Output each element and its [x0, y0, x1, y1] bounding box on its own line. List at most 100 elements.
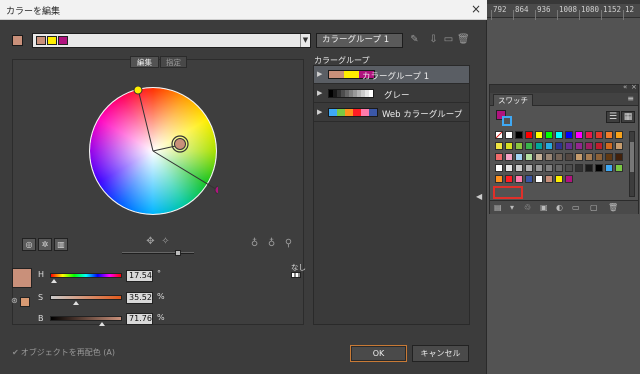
stroke-color-indicator[interactable] [502, 116, 512, 126]
collapse-panel-icon[interactable]: « [623, 83, 627, 91]
expand-arrow-icon[interactable]: ▶ [317, 70, 322, 78]
b-slider[interactable] [50, 316, 122, 321]
color-swatch[interactable] [615, 164, 623, 172]
color-swatch[interactable] [535, 153, 543, 161]
remove-color-tool-icon[interactable]: ♁ [266, 238, 277, 250]
color-swatch[interactable] [555, 131, 563, 139]
color-swatch[interactable] [575, 131, 583, 139]
color-swatch[interactable] [535, 175, 543, 183]
color-mode-menu[interactable] [291, 272, 301, 278]
color-swatch[interactable] [505, 164, 513, 172]
color-swatch[interactable] [575, 164, 583, 172]
color-swatch[interactable] [585, 164, 593, 172]
handle-yellow[interactable] [133, 85, 143, 95]
trash-icon[interactable]: 🗑 [457, 34, 470, 46]
color-group-strip[interactable] [328, 108, 378, 117]
color-swatch[interactable] [515, 175, 523, 183]
color-swatch[interactable] [515, 164, 523, 172]
color-swatch[interactable] [595, 153, 603, 161]
link-harmony-icon[interactable]: ⚲ [283, 238, 294, 250]
color-swatch[interactable] [515, 142, 523, 150]
library-menu-icon[interactable]: ▤ [494, 203, 502, 212]
segmented-wheel-icon[interactable]: ✲ [38, 238, 52, 251]
color-swatch[interactable] [545, 153, 553, 161]
color-swatch[interactable] [515, 131, 523, 139]
color-swatch[interactable] [615, 131, 623, 139]
active-color-swatch[interactable] [12, 35, 23, 46]
close-icon[interactable]: × [471, 2, 481, 16]
color-group-strip[interactable]: ▼ [32, 33, 311, 48]
color-swatch[interactable] [605, 164, 613, 172]
color-swatch[interactable] [565, 131, 573, 139]
h-input[interactable]: 17.54 [126, 270, 153, 282]
swatch-options-icon[interactable]: ♲ [524, 203, 531, 212]
brightness-knob[interactable] [175, 250, 181, 256]
color-swatch[interactable] [505, 131, 513, 139]
color-swatch[interactable] [545, 131, 553, 139]
list-view-icon[interactable]: ☰ [606, 111, 620, 123]
color-swatch[interactable] [545, 142, 553, 150]
color-swatch[interactable] [555, 153, 563, 161]
color-swatch[interactable] [595, 142, 603, 150]
delete-swatch-icon[interactable]: 🗑 [608, 203, 618, 212]
color-swatch[interactable] [615, 153, 623, 161]
tab-assign[interactable]: 指定 [160, 56, 187, 68]
b-slider-thumb[interactable] [98, 322, 105, 326]
collapse-arrow-icon[interactable]: ◀ [476, 192, 482, 201]
recolor-option[interactable]: ✔ オブジェクトを再配色 (A) [12, 347, 115, 358]
checkbox-icon[interactable]: ✔ [12, 348, 19, 357]
color-swatch[interactable] [505, 153, 513, 161]
color-swatch[interactable] [525, 164, 533, 172]
expand-arrow-icon[interactable]: ▶ [317, 108, 322, 116]
color-swatch[interactable] [575, 142, 583, 150]
hue-brightness-icon[interactable]: ✧ [160, 236, 171, 248]
new-color-group-icon[interactable]: ▣ [540, 203, 548, 212]
color-swatch[interactable] [535, 142, 543, 150]
color-swatch[interactable] [515, 153, 523, 161]
color-swatch[interactable] [525, 175, 533, 183]
ok-button[interactable]: OK [350, 345, 407, 362]
color-swatch[interactable] [525, 131, 533, 139]
color-swatch[interactable] [595, 131, 603, 139]
handle-magenta[interactable] [214, 185, 224, 195]
color-swatch[interactable] [545, 164, 553, 172]
save-group-icon[interactable]: ⇩ [428, 34, 439, 46]
tab-edit[interactable]: 編集 [130, 56, 159, 68]
tab-swatches[interactable]: スワッチ [493, 94, 533, 106]
color-swatch[interactable] [615, 142, 623, 150]
color-swatch[interactable] [555, 175, 563, 183]
color-wheel-graphic[interactable] [88, 85, 224, 216]
s-slider[interactable] [50, 295, 122, 300]
strip-chip-base[interactable] [36, 36, 46, 45]
color-swatch[interactable] [565, 142, 573, 150]
color-swatch[interactable] [505, 142, 513, 150]
saturation-brightness-icon[interactable]: ✥ [145, 236, 156, 248]
add-color-tool-icon[interactable]: ♁ [249, 238, 260, 250]
color-swatch[interactable] [565, 164, 573, 172]
strip-chip-yellow[interactable] [47, 36, 57, 45]
color-swatch[interactable] [525, 142, 533, 150]
color-swatch[interactable] [555, 142, 563, 150]
color-wheel[interactable] [88, 85, 224, 216]
color-swatch[interactable] [495, 175, 503, 183]
h-slider-thumb[interactable] [50, 279, 57, 283]
strip-chip-magenta[interactable] [58, 36, 68, 45]
group-name-field[interactable]: カラーグループ 1 [316, 33, 403, 48]
s-slider-thumb[interactable] [72, 301, 79, 305]
color-swatch[interactable] [575, 153, 583, 161]
color-group-strip[interactable] [328, 89, 374, 98]
panel-menu-icon[interactable]: ≡ [627, 94, 634, 103]
color-swatch[interactable] [525, 153, 533, 161]
folder-icon[interactable]: ▭ [572, 203, 580, 212]
color-group-row[interactable]: ▶ カラーグループ 1 [314, 66, 469, 84]
handle-base[interactable] [174, 138, 186, 150]
swatches-scroll-thumb[interactable] [630, 142, 634, 172]
none-swatch[interactable] [495, 131, 503, 139]
color-swatch[interactable] [505, 175, 513, 183]
color-group-row[interactable]: ▶ Web カラーグループ [314, 104, 469, 122]
color-swatch[interactable] [535, 131, 543, 139]
color-swatch[interactable] [605, 153, 613, 161]
thumbnail-view-icon[interactable]: ▦ [621, 111, 635, 123]
color-swatch[interactable] [535, 164, 543, 172]
edit-color-group-icon[interactable]: ◐ [556, 203, 563, 212]
